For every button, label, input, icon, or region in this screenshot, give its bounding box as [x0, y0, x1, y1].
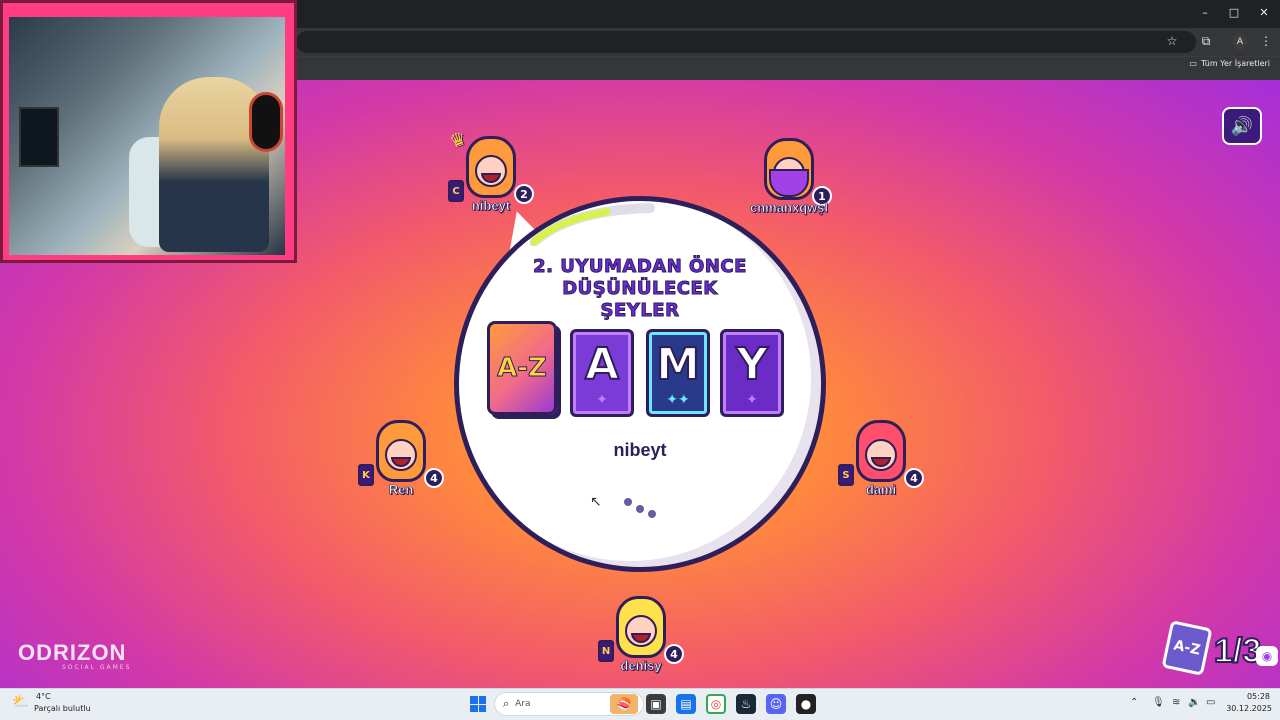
letter-a: A: [584, 338, 620, 391]
timer-bar: [530, 203, 655, 246]
az-card: A-Z: [487, 321, 557, 415]
store-icon[interactable]: ▤: [676, 694, 696, 714]
weather-desc: Parçalı bulutlu: [34, 704, 91, 713]
avatar: [764, 138, 814, 200]
webcam-feed: [9, 17, 285, 255]
webcam-headset: [249, 92, 283, 152]
speaker-icon: 🔊: [1230, 115, 1254, 137]
minimize-button[interactable]: –: [1195, 6, 1215, 19]
clock-time[interactable]: 05:28: [1240, 692, 1270, 701]
player-name: denisy: [620, 658, 662, 674]
player-name: nibeyt: [471, 198, 511, 214]
avatar: [616, 596, 666, 658]
clock-date[interactable]: 30.12.2025: [1222, 704, 1272, 713]
round-counter: 1/3: [1213, 631, 1262, 671]
battery-icon[interactable]: ▭: [1206, 697, 1215, 708]
category-prompt: 2. UYUMADAN ÖNCE DÜŞÜNÜLECEK ŞEYLER: [520, 256, 760, 322]
app-icon[interactable]: ●: [796, 694, 816, 714]
discord-icon[interactable]: ☺: [766, 694, 786, 714]
letter-card-a: A ✦: [570, 329, 634, 417]
task-view-icon[interactable]: ▣: [646, 694, 666, 714]
player-name: cnmanxqwşl: [749, 200, 829, 216]
microphone-icon[interactable]: 🎙: [1152, 697, 1165, 708]
sparkle-icon: ✦✦: [666, 391, 690, 408]
webcam-monitor: [19, 107, 59, 167]
profile-avatar[interactable]: A: [1232, 34, 1248, 50]
mouse-cursor-icon: ↖: [590, 494, 602, 510]
current-player-name: nibeyt: [613, 440, 667, 460]
webcam-overlay: [0, 0, 297, 263]
letter-card-m: M ✦✦: [646, 329, 710, 417]
sound-button[interactable]: 🔊: [1222, 107, 1262, 145]
player-denisy: N 4 denisy: [586, 596, 696, 686]
tray-chevron-icon[interactable]: ⌃: [1130, 697, 1138, 708]
weather-temp: 4°C: [36, 692, 51, 701]
address-bar[interactable]: [296, 31, 1196, 53]
menu-icon[interactable]: ⋮: [1258, 34, 1274, 48]
weather-icon[interactable]: ⛅: [12, 694, 29, 710]
player-dami: S 4 dami: [826, 420, 936, 510]
search-icon: ⌕: [503, 697, 510, 710]
player-ren: K 4 Ren: [346, 420, 456, 510]
logo-subtitle: SOCIAL GAMES: [62, 664, 132, 671]
player-name: dami: [865, 482, 897, 498]
star-icon[interactable]: ☆: [1164, 34, 1180, 48]
loading-dot: [624, 498, 632, 506]
loading-dot: [636, 505, 644, 513]
odrizon-logo: ODRIZON: [18, 640, 127, 665]
player-name: Ren: [388, 482, 414, 498]
steam-icon[interactable]: ♨: [736, 694, 756, 714]
sparkle-icon: ✦: [746, 391, 758, 408]
search-placeholder: Ara: [515, 699, 531, 709]
player-nibeyt: ♛ C 2 nibeyt: [436, 128, 546, 226]
maximize-button[interactable]: □: [1224, 6, 1244, 19]
all-bookmarks-folder[interactable]: ▭ Tüm Yer İşaretleri: [1189, 59, 1270, 68]
volume-icon[interactable]: 🔉: [1188, 697, 1200, 708]
all-bookmarks-label: Tüm Yer İşaretleri: [1200, 59, 1270, 68]
wifi-icon[interactable]: ≋: [1172, 697, 1180, 708]
search-highlight-icon[interactable]: 🍣: [610, 694, 638, 714]
loading-dot: [648, 510, 656, 518]
folder-icon: ▭: [1189, 59, 1197, 68]
letter-m: M: [655, 338, 701, 391]
az-card-label: A-Z: [497, 353, 548, 384]
chrome-icon[interactable]: ◎: [706, 694, 726, 714]
player-cnmanxqwsl: 1 cnmanxqwşl: [734, 138, 844, 228]
prompt-line-1: 2. UYUMADAN ÖNCE: [533, 256, 747, 278]
prompt-line-2: DÜŞÜNÜLECEK ŞEYLER: [562, 278, 718, 322]
avatar: [376, 420, 426, 482]
start-button[interactable]: [470, 696, 486, 712]
close-button[interactable]: ✕: [1254, 6, 1274, 19]
avatar: [466, 136, 516, 198]
avatar: [856, 420, 906, 482]
extensions-icon[interactable]: ⧉: [1198, 34, 1214, 49]
sparkle-icon: ✦: [596, 391, 608, 408]
letter-y: Y: [735, 338, 769, 391]
letter-card-y: Y ✦: [720, 329, 784, 417]
copilot-icon[interactable]: ◉: [1256, 646, 1278, 666]
round-card-label: A-Z: [1172, 637, 1202, 659]
